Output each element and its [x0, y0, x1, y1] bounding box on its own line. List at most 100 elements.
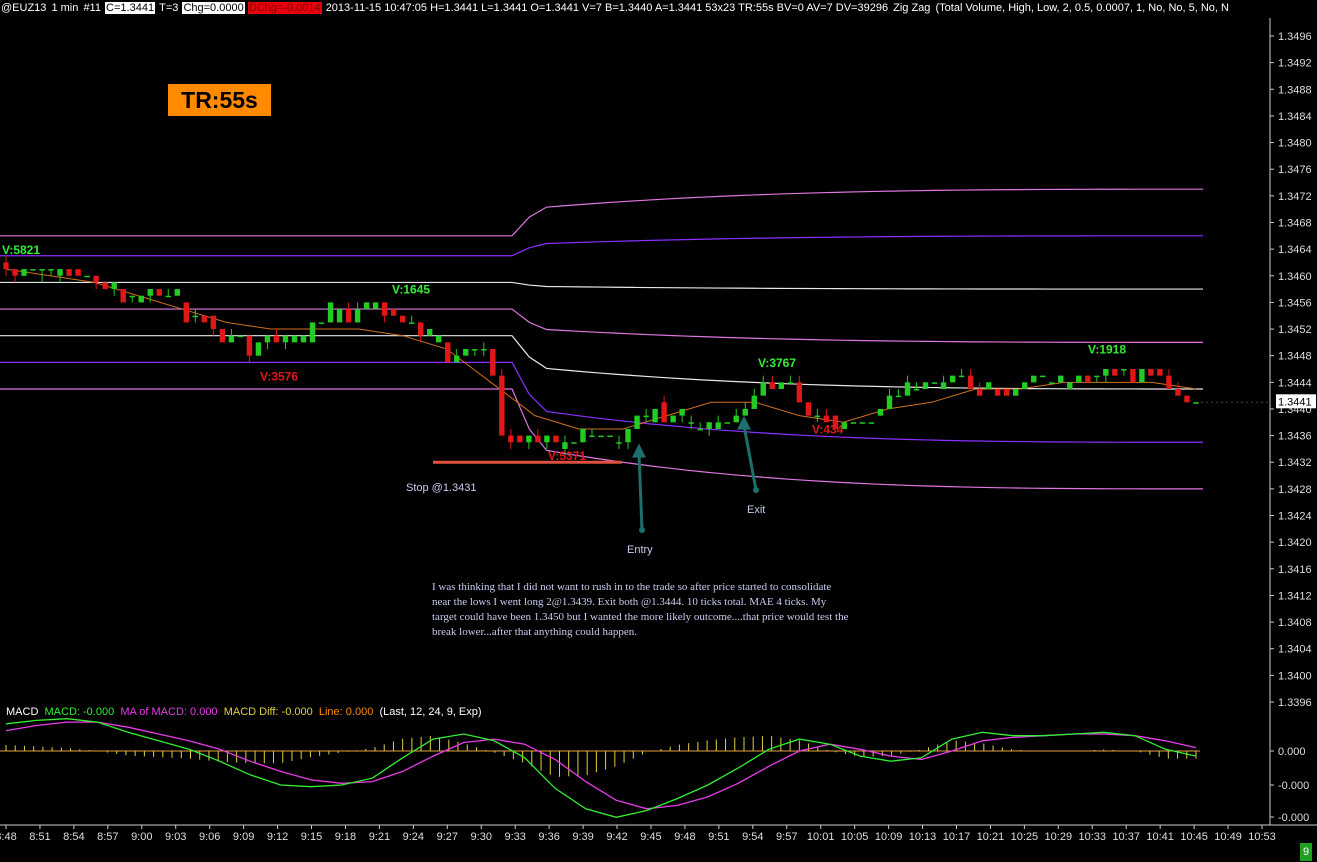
- candle[interactable]: [345, 302, 352, 323]
- candle[interactable]: [1012, 388, 1019, 396]
- candle[interactable]: [931, 382, 938, 384]
- candle[interactable]: [21, 269, 27, 276]
- candle[interactable]: [499, 369, 505, 436]
- candle[interactable]: [39, 269, 45, 283]
- candle[interactable]: [526, 435, 532, 449]
- candle[interactable]: [949, 375, 956, 383]
- candle[interactable]: [219, 329, 226, 343]
- candle[interactable]: [760, 375, 766, 396]
- candle[interactable]: [877, 408, 884, 416]
- candle[interactable]: [210, 315, 217, 336]
- candle[interactable]: [1184, 395, 1190, 403]
- candle[interactable]: [814, 408, 821, 423]
- candle[interactable]: [417, 322, 424, 343]
- candle[interactable]: [481, 342, 487, 356]
- candle[interactable]: [796, 375, 803, 403]
- candle[interactable]: [733, 408, 739, 423]
- candle[interactable]: [625, 428, 631, 449]
- candle[interactable]: [976, 382, 983, 396]
- candle[interactable]: [1067, 382, 1073, 389]
- candle[interactable]: [778, 382, 785, 389]
- candle[interactable]: [165, 289, 171, 298]
- candle[interactable]: [399, 315, 406, 323]
- candle[interactable]: [48, 269, 54, 276]
- candle[interactable]: [742, 402, 748, 416]
- candle[interactable]: [1049, 382, 1055, 384]
- candle[interactable]: [264, 335, 271, 350]
- candle[interactable]: [327, 302, 334, 323]
- candle[interactable]: [859, 422, 866, 424]
- candle[interactable]: [84, 275, 90, 278]
- candle[interactable]: [1157, 369, 1163, 376]
- candle[interactable]: [1058, 375, 1064, 383]
- candle[interactable]: [174, 289, 180, 296]
- candle[interactable]: [30, 269, 36, 271]
- candle[interactable]: [300, 335, 307, 343]
- candle[interactable]: [1085, 375, 1091, 383]
- candle[interactable]: [697, 422, 703, 431]
- candle[interactable]: [1166, 369, 1172, 389]
- candle[interactable]: [706, 422, 712, 436]
- candle[interactable]: [571, 442, 577, 444]
- candle[interactable]: [1112, 369, 1118, 376]
- candle[interactable]: [183, 302, 190, 323]
- candle[interactable]: [661, 395, 667, 423]
- candle[interactable]: [508, 428, 514, 449]
- candle[interactable]: [246, 335, 253, 363]
- candle[interactable]: [120, 289, 126, 303]
- candle[interactable]: [138, 295, 144, 303]
- candle[interactable]: [679, 408, 685, 423]
- candle[interactable]: [958, 369, 965, 378]
- candle[interactable]: [354, 302, 361, 323]
- candle[interactable]: [291, 335, 298, 343]
- candle[interactable]: [1022, 382, 1028, 389]
- candle[interactable]: [994, 388, 1001, 396]
- candle[interactable]: [1076, 375, 1082, 383]
- candle[interactable]: [1094, 375, 1100, 383]
- candle[interactable]: [237, 335, 244, 338]
- candle[interactable]: [1003, 388, 1010, 396]
- candle[interactable]: [454, 349, 460, 363]
- candle[interactable]: [1175, 382, 1181, 396]
- candle[interactable]: [427, 329, 433, 336]
- candle[interactable]: [580, 428, 586, 443]
- candle[interactable]: [715, 415, 721, 429]
- candle[interactable]: [66, 269, 72, 276]
- candle[interactable]: [634, 415, 640, 429]
- candle[interactable]: [940, 375, 947, 389]
- candle[interactable]: [544, 435, 550, 449]
- candle[interactable]: [886, 388, 893, 409]
- candle[interactable]: [895, 388, 902, 398]
- candle[interactable]: [408, 315, 415, 324]
- candle[interactable]: [318, 322, 325, 324]
- candle[interactable]: [823, 408, 830, 423]
- candle[interactable]: [724, 422, 730, 424]
- candle[interactable]: [472, 349, 478, 356]
- candle[interactable]: [589, 428, 595, 438]
- candle[interactable]: [192, 309, 199, 323]
- candle[interactable]: [255, 342, 262, 356]
- corner-badge[interactable]: 9: [1300, 843, 1312, 861]
- candle[interactable]: [336, 309, 343, 323]
- candle[interactable]: [102, 282, 108, 290]
- candle[interactable]: [129, 295, 135, 303]
- candle[interactable]: [985, 382, 992, 389]
- candle[interactable]: [111, 282, 117, 296]
- candle[interactable]: [1040, 375, 1046, 378]
- candle[interactable]: [363, 302, 370, 310]
- candle[interactable]: [463, 349, 469, 356]
- candle[interactable]: [517, 435, 523, 443]
- candle[interactable]: [309, 322, 316, 343]
- candle[interactable]: [273, 329, 280, 343]
- candle[interactable]: [616, 435, 622, 449]
- candle[interactable]: [75, 269, 81, 276]
- candle[interactable]: [1121, 369, 1127, 376]
- candle[interactable]: [228, 329, 235, 343]
- candle[interactable]: [769, 375, 775, 389]
- candle[interactable]: [490, 349, 496, 376]
- candle[interactable]: [282, 335, 289, 350]
- candle[interactable]: [381, 302, 388, 323]
- candle[interactable]: [1148, 369, 1154, 376]
- candle[interactable]: [57, 269, 63, 283]
- candle[interactable]: [93, 275, 99, 290]
